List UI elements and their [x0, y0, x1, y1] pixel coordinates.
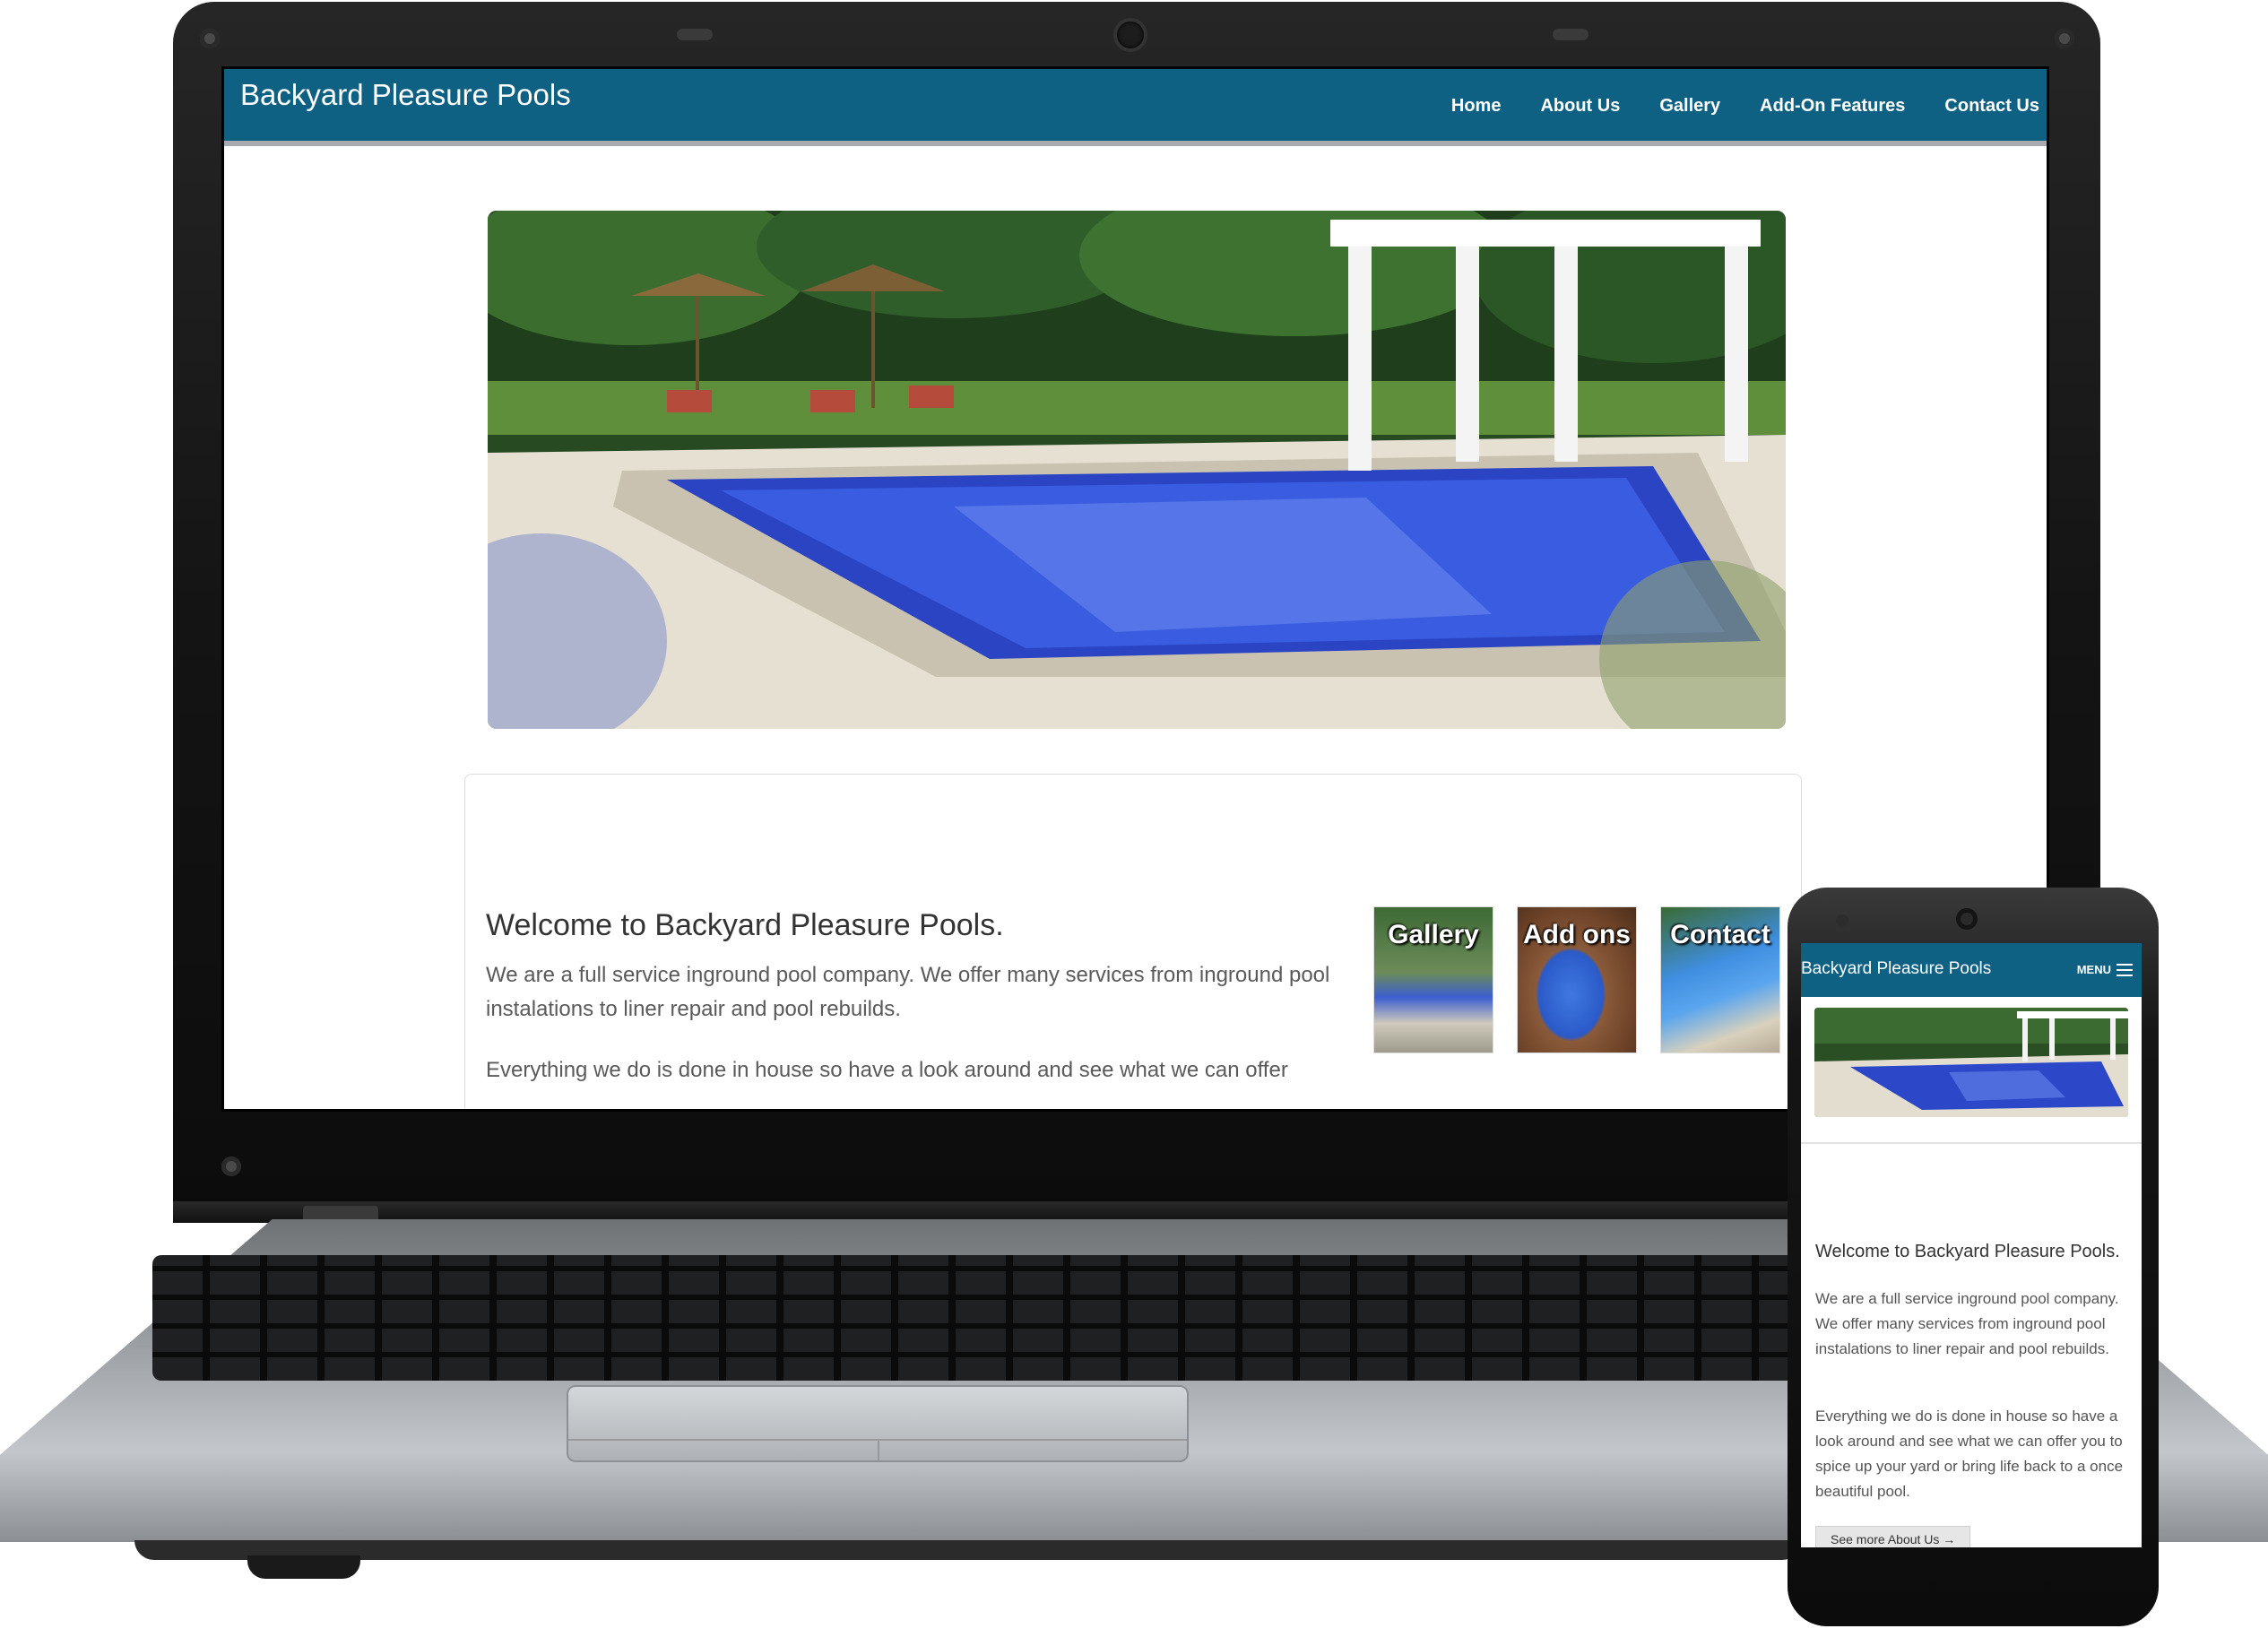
thumb-gallery[interactable]: Gallery: [1373, 906, 1493, 1053]
hamburger-icon: [2117, 963, 2133, 976]
lid-mic-slot: [1553, 29, 1588, 40]
phone-screen: Backyard Pleasure Pools MENU Welcome to …: [1801, 943, 2142, 1547]
mobile-menu-button[interactable]: MENU: [2077, 963, 2133, 976]
lid-mic-slot: [677, 29, 713, 40]
hero-pool-image: [488, 211, 1786, 729]
laptop-keyboard: [152, 1255, 1963, 1381]
laptop-touchpad: [567, 1385, 1189, 1462]
phone-camera-icon: [1956, 908, 1978, 930]
thumb-add-ons-label: Add ons: [1523, 920, 1631, 949]
mobile-house-paragraph: Everything we do is done in house so hav…: [1815, 1408, 2124, 1500]
nav-gallery[interactable]: Gallery: [1659, 96, 1720, 117]
see-more-about-us-button[interactable]: See more About Us →: [1815, 1526, 1971, 1547]
laptop-base-bottom: [134, 1540, 1802, 1560]
mobile-site-logo[interactable]: Backyard Pleasure Pools: [1801, 959, 1991, 979]
mobile-hero-image: [1814, 1008, 2128, 1117]
site-header: Backyard Pleasure Pools Home About Us Ga…: [224, 69, 2047, 146]
mobile-divider: [1801, 1142, 2142, 1144]
laptop-foot: [247, 1555, 360, 1579]
main-nav: Home About Us Gallery Add-On Features Co…: [1451, 96, 2039, 117]
lid-screw-dot: [2055, 29, 2074, 48]
nav-add-on-features[interactable]: Add-On Features: [1760, 96, 1905, 117]
phone-sensor: [1836, 914, 1848, 927]
house-paragraph: Everything we do is done in house so hav…: [486, 1058, 1288, 1082]
nav-contact-us[interactable]: Contact Us: [1944, 96, 2039, 117]
laptop-webcam-icon: [1117, 22, 1144, 48]
nav-home[interactable]: Home: [1451, 96, 1502, 117]
intro-paragraph: We are a full service inground pool comp…: [486, 963, 1330, 1021]
thumb-gallery-label: Gallery: [1388, 920, 1479, 949]
site-logo[interactable]: Backyard Pleasure Pools: [240, 78, 571, 112]
lid-screw-dot: [200, 29, 220, 48]
thumb-contact[interactable]: Contact: [1660, 906, 1780, 1053]
thumb-contact-label: Contact: [1670, 920, 1770, 949]
mobile-intro-paragraph: We are a full service inground pool comp…: [1815, 1290, 2119, 1357]
nav-about-us[interactable]: About Us: [1540, 96, 1620, 117]
thumb-add-ons[interactable]: Add ons: [1517, 906, 1637, 1053]
mobile-menu-label: MENU: [2076, 963, 2111, 976]
mobile-header: Backyard Pleasure Pools MENU: [1801, 943, 2142, 997]
welcome-heading: Welcome to Backyard Pleasure Pools.: [486, 908, 1004, 942]
mobile-welcome-heading: Welcome to Backyard Pleasure Pools.: [1815, 1242, 2120, 1261]
laptop-screen: Backyard Pleasure Pools Home About Us Ga…: [221, 66, 2049, 1112]
lid-screw-dot: [221, 1157, 241, 1176]
